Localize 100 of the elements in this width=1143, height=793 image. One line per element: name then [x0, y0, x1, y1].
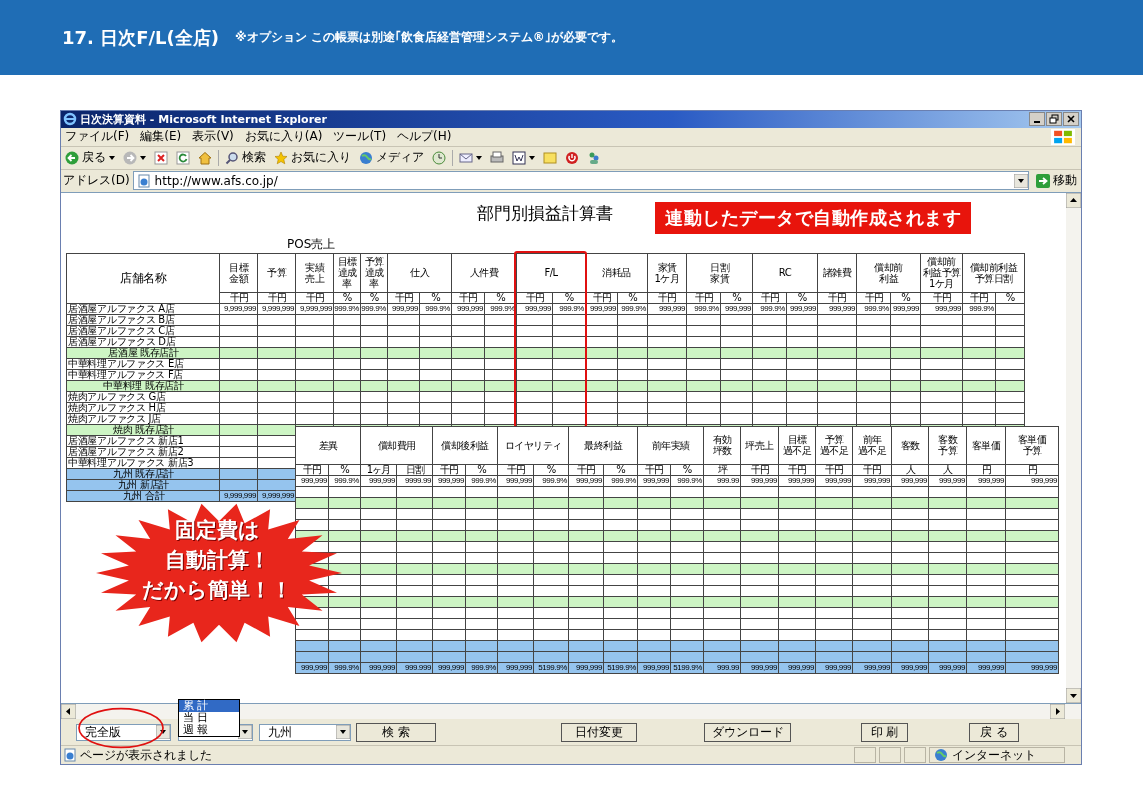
- status-pane: [879, 747, 901, 764]
- note-icon: [543, 150, 557, 165]
- table-cell: 999.9%: [465, 662, 498, 673]
- unit-label: %: [419, 292, 452, 303]
- callout-text: だから簡単！！: [142, 576, 292, 604]
- table-cell: 999,999: [585, 303, 618, 314]
- menu-item[interactable]: 編集(E): [140, 128, 182, 146]
- status-pane: [854, 747, 876, 764]
- column-header: RC: [777, 267, 793, 278]
- address-label: アドレス(D): [63, 172, 130, 190]
- table-cell: 999,999: [497, 662, 534, 673]
- column-header: 達成: [363, 267, 385, 278]
- table-cell: 999,999: [928, 475, 967, 486]
- column-header: 日割: [709, 261, 731, 273]
- table-cell: 5199.9%: [670, 662, 704, 673]
- unit-label: 円: [1005, 464, 1059, 475]
- table-cell: 999,999: [637, 662, 671, 673]
- table-cell: 9,999,999: [257, 303, 296, 314]
- unit-label: %: [603, 464, 638, 475]
- form-button[interactable]: 戻 る: [969, 722, 1019, 742]
- search-button[interactable]: 検索: [223, 147, 268, 168]
- table-cell: 999,999: [637, 475, 671, 486]
- table-cell: 9,999,999: [295, 303, 334, 314]
- dropdown-option[interactable]: 週 報: [179, 724, 239, 737]
- column-header: 客単価: [970, 439, 1002, 451]
- table-cell: 999.9%: [328, 475, 361, 486]
- table-cell: 999.9%: [670, 475, 704, 486]
- minimize-button[interactable]: [1029, 112, 1045, 127]
- unit-label: 千円: [740, 464, 779, 475]
- form-button[interactable]: 日付変更: [561, 722, 637, 742]
- form-button[interactable]: ダウンロード: [704, 722, 791, 742]
- menu-item[interactable]: ツール(T): [333, 128, 387, 146]
- menu-item[interactable]: ヘルプ(H): [397, 128, 452, 146]
- menu-item[interactable]: 表示(V): [192, 128, 234, 146]
- table-cell: 999.9%: [333, 303, 361, 314]
- caret-icon: [109, 155, 115, 160]
- column-header: 客単価: [1016, 434, 1048, 445]
- browser-icon: [63, 112, 77, 127]
- column-header: 家賃: [656, 261, 677, 273]
- unit-label: %: [533, 464, 569, 475]
- unit-label: %: [995, 292, 1025, 303]
- windows-logo-icon: [1051, 128, 1075, 145]
- favorites-button[interactable]: お気に入り: [272, 147, 353, 168]
- table-cell: 999,999: [817, 303, 857, 314]
- table-cell: 999.9%: [533, 475, 569, 486]
- table-cell: 999,999: [891, 475, 929, 486]
- region-select[interactable]: 九州: [259, 723, 351, 741]
- column-header: 家賃: [709, 272, 731, 284]
- unit-label: %: [465, 464, 498, 475]
- store-name: 九州 合計: [66, 490, 220, 501]
- table-cell: 999.9%: [328, 662, 361, 673]
- vertical-scrollbar[interactable]: [1066, 192, 1081, 704]
- close-button[interactable]: [1063, 112, 1079, 127]
- table-cell: 9999.99: [396, 475, 433, 486]
- edition-select[interactable]: 完全版: [76, 723, 171, 741]
- unit-label: 千円: [647, 292, 687, 303]
- maximize-button[interactable]: [1046, 112, 1062, 127]
- power-icon: [565, 150, 579, 165]
- table-cell: 999.9%: [752, 303, 787, 314]
- column-header: 過不足: [818, 445, 850, 456]
- unit-label: 日割: [396, 464, 433, 475]
- column-header: 過不足: [781, 445, 813, 456]
- unit-label: 人: [928, 464, 967, 475]
- unit-label: 千円: [778, 464, 816, 475]
- column-header: 予算日割: [974, 272, 1014, 284]
- globe-icon: [934, 748, 948, 763]
- table-cell: 999,999: [1005, 475, 1059, 486]
- unit-label: 千円: [817, 292, 857, 303]
- unit-label: 千円: [516, 292, 553, 303]
- column-header: 最終利益: [583, 439, 624, 451]
- address-field[interactable]: http://www.afs.co.jp/: [132, 171, 1029, 191]
- menu-item[interactable]: お気に入り(A): [244, 128, 323, 146]
- unit-label: %: [720, 292, 753, 303]
- form-button[interactable]: 検 索: [356, 722, 436, 742]
- back-button[interactable]: 戻る: [63, 147, 117, 168]
- table-cell: 999.9%: [360, 303, 388, 314]
- section-label: POS売上: [287, 235, 337, 253]
- report-title: 部門別損益計算書: [477, 202, 613, 225]
- go-button[interactable]: 移動: [1032, 172, 1081, 190]
- table-cell: 999,999: [360, 662, 397, 673]
- restore-icon: [1049, 114, 1059, 125]
- table-cell: 999,999: [432, 662, 466, 673]
- column-header: 目標: [336, 256, 358, 267]
- table-cell: 999,999: [815, 475, 853, 486]
- unit-label: 千円: [568, 464, 604, 475]
- unit-label: 千円: [387, 292, 420, 303]
- table-cell: 999.9%: [603, 475, 638, 486]
- form-button[interactable]: 印 刷: [861, 722, 908, 742]
- table-cell: 999,999: [720, 303, 753, 314]
- media-button[interactable]: メディア: [357, 147, 426, 168]
- column-header: 客数: [937, 434, 959, 445]
- menu-item[interactable]: ファイル(F): [65, 128, 130, 146]
- table-cell: 5199.9%: [533, 662, 569, 673]
- dropdown-option[interactable]: 当 日: [179, 712, 239, 725]
- unit-label: 円: [966, 464, 1006, 475]
- table-cell: 999,999: [432, 475, 466, 486]
- column-header: 有効: [711, 434, 733, 445]
- unit-label: %: [360, 292, 388, 303]
- column-header: 人件費: [468, 267, 500, 278]
- dropdown-option[interactable]: 累 計: [179, 700, 239, 713]
